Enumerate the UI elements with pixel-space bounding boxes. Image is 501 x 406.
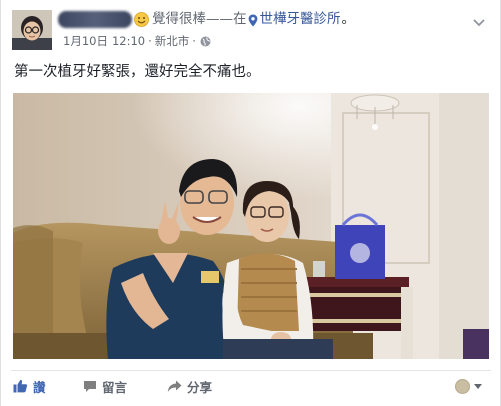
post-time[interactable]: 12:10 xyxy=(112,34,145,48)
post-photo[interactable] xyxy=(13,93,489,359)
share-button[interactable]: 分享 xyxy=(167,377,212,395)
smiley-emoji-icon xyxy=(134,11,149,27)
location-pin-icon xyxy=(248,13,258,26)
post-meta: 1月10日 12:10 · 新北市 · xyxy=(63,33,211,49)
author-name-redacted[interactable] xyxy=(58,11,132,28)
chevron-down-icon[interactable] xyxy=(473,12,485,27)
avatar[interactable] xyxy=(12,10,52,50)
meta-separator: · xyxy=(148,34,152,48)
post-date[interactable]: 1月10日 xyxy=(63,33,108,49)
comment-button[interactable]: 留言 xyxy=(83,377,127,395)
speech-bubble-icon xyxy=(84,380,96,392)
feeling-text: 覺得很棒——在 xyxy=(152,11,247,27)
globe-icon[interactable] xyxy=(200,36,211,47)
post-card: 覺得很棒——在 世樺牙醫診所 。 1月10日 12:10 · 新北市 · 第一次… xyxy=(0,0,501,406)
post-action-bar: 讚 留言 分享 xyxy=(11,370,491,401)
share-label: 分享 xyxy=(187,379,213,395)
share-arrow-icon xyxy=(167,380,182,392)
post-message: 第一次植牙好緊張，還好完全不痛也。 xyxy=(14,64,261,80)
place-link[interactable]: 世樺牙醫診所 xyxy=(260,9,341,29)
avatar xyxy=(455,378,470,394)
place-suffix: 。 xyxy=(341,11,356,27)
post-location[interactable]: 新北市 xyxy=(155,33,190,49)
meta-separator: · xyxy=(192,34,196,48)
caret-down-icon xyxy=(474,383,482,389)
reaction-selector[interactable] xyxy=(455,377,482,395)
comment-label: 留言 xyxy=(102,379,128,395)
like-button[interactable]: 讚 xyxy=(13,377,46,395)
thumbs-up-icon xyxy=(13,379,28,393)
like-label: 讚 xyxy=(33,379,46,395)
post-header: 覺得很棒——在 世樺牙醫診所 。 xyxy=(134,9,355,29)
